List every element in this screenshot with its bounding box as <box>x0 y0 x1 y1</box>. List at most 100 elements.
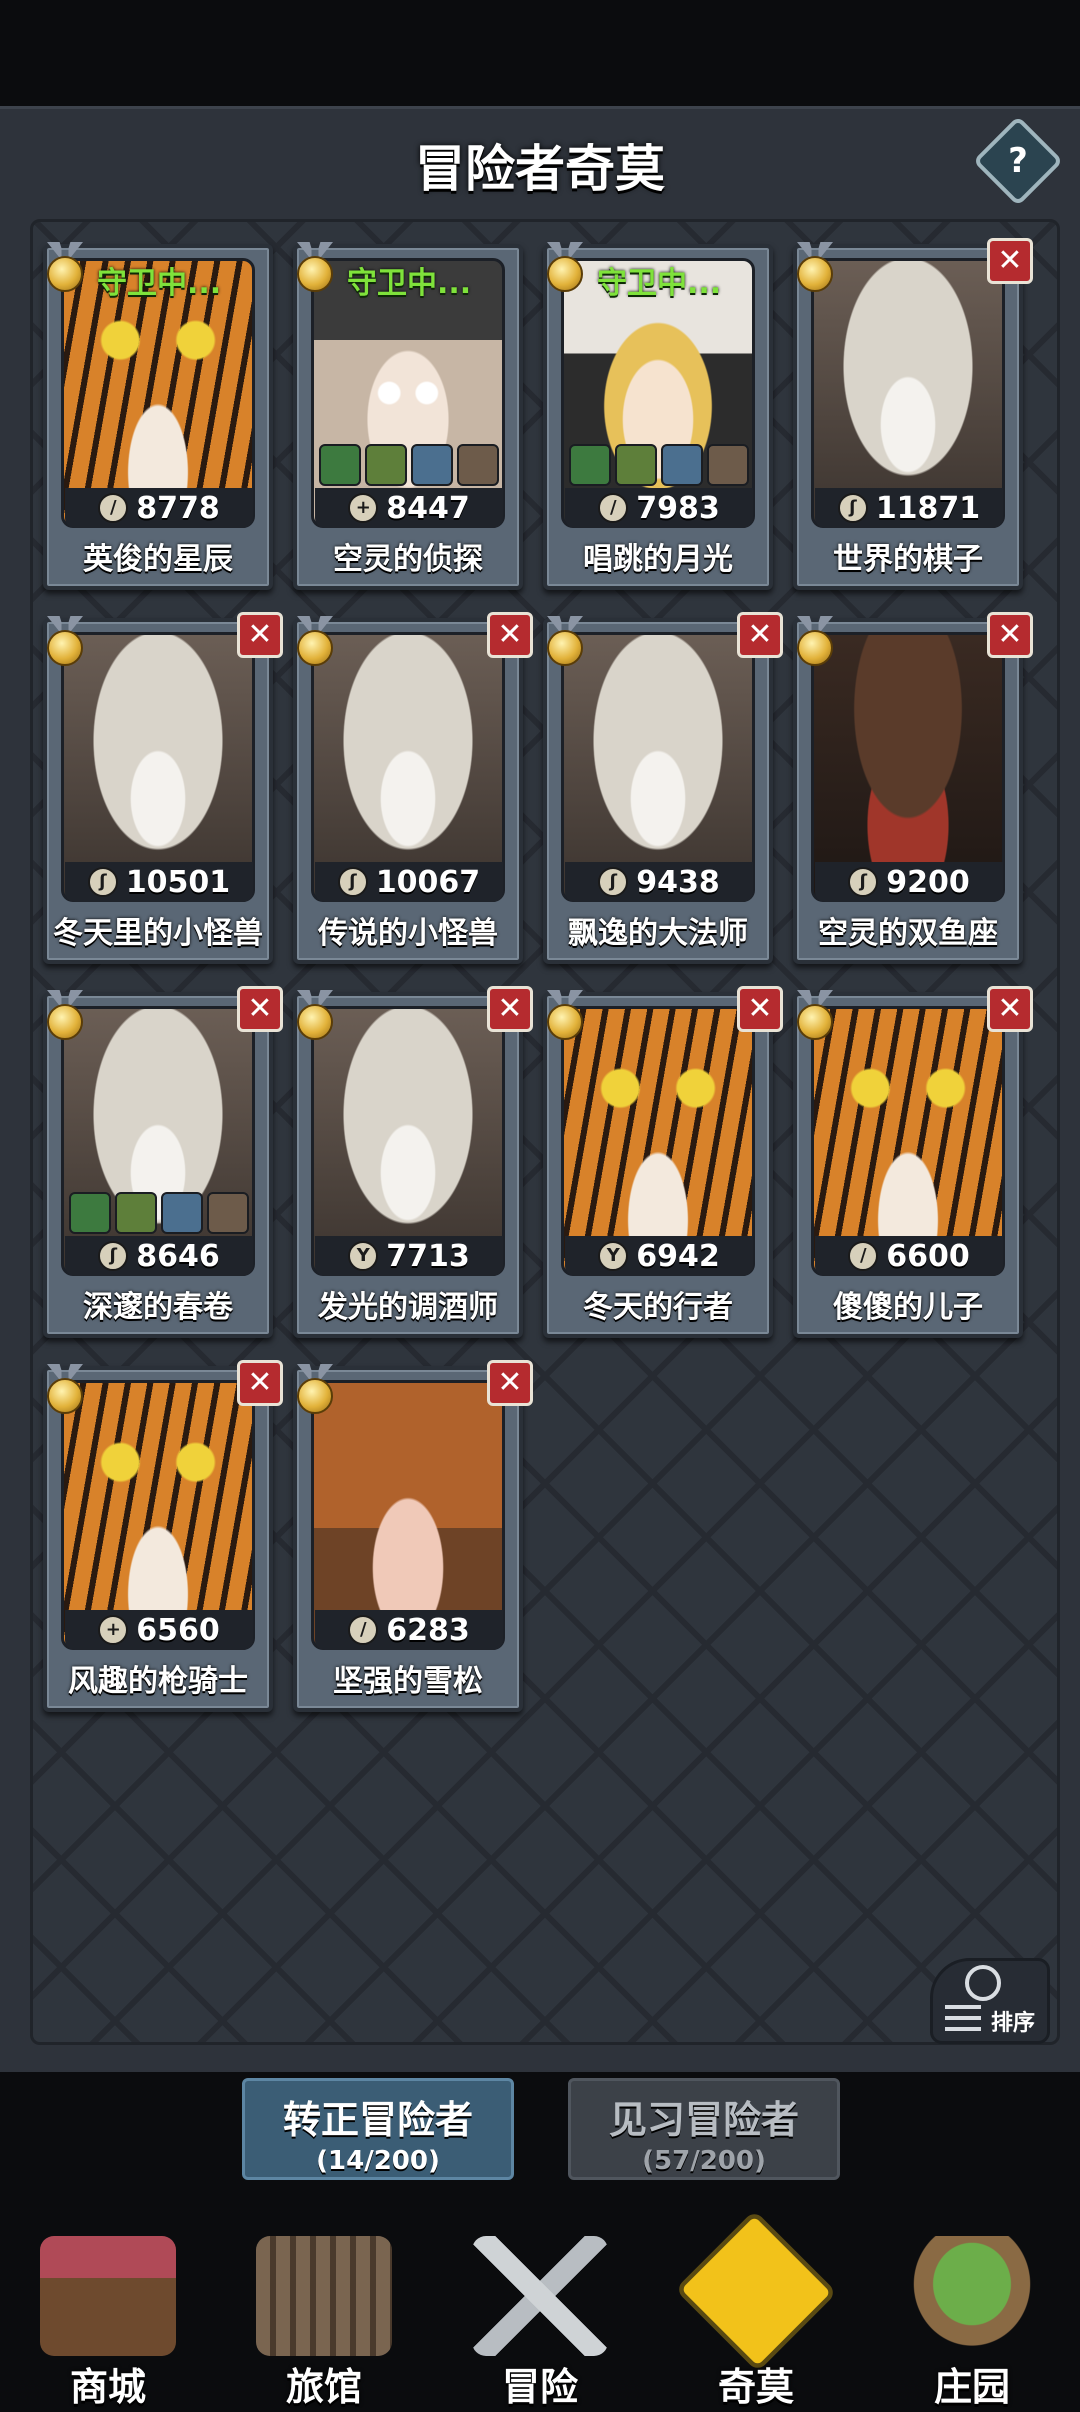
bag-icon <box>115 1192 157 1234</box>
tab-label: 转正冒险者 <box>282 2098 473 2142</box>
close-icon[interactable]: ✕ <box>737 986 783 1032</box>
equipment-row <box>317 444 501 486</box>
adventurer-card[interactable]: +8447 空灵的侦探 守卫中... <box>291 242 523 590</box>
adventurer-name: 坚强的雪松 <box>333 1664 483 1699</box>
equipment-row <box>567 444 751 486</box>
adventurer-card[interactable]: ʃ 8646 深邃的春卷 ✕ <box>43 986 283 1338</box>
dagger-icon: / <box>848 1241 879 1271</box>
close-icon[interactable]: ✕ <box>987 238 1033 284</box>
adventurer-card[interactable]: ʃ 9438 飘逸的大法师 ✕ <box>541 612 783 964</box>
bottom-navigation: 商城 旅馆 冒险 奇莫 庄园 <box>0 2196 1080 2412</box>
adventurer-card[interactable]: /6283 坚强的雪松 ✕ <box>293 1360 533 1712</box>
claw-icon: ʃ <box>598 867 629 897</box>
power-bar: Y 6942 <box>565 1236 753 1276</box>
close-icon[interactable]: ✕ <box>237 986 283 1032</box>
medal-icon <box>541 242 589 294</box>
herb-icon <box>411 444 453 486</box>
adventurer-name: 唱跳的月光 <box>583 542 733 577</box>
nav-shop[interactable]: 商城 <box>0 2196 216 2412</box>
page-title: 冒险者奇莫 <box>415 140 665 198</box>
claw-icon: ʃ <box>337 867 368 897</box>
medal-icon <box>291 616 339 668</box>
medal-icon <box>791 616 839 668</box>
armor-icon <box>161 1192 203 1234</box>
close-icon[interactable]: ✕ <box>487 612 533 658</box>
claw-icon: ʃ <box>87 867 118 897</box>
nav-label: 庄园 <box>933 2365 1010 2409</box>
nav-chimo[interactable]: 奇莫 <box>648 2196 864 2412</box>
close-icon[interactable]: ✕ <box>737 612 783 658</box>
sort-button[interactable]: 排序 <box>930 1958 1050 2044</box>
tab-count: (14/200) <box>316 2146 440 2176</box>
power-bar: ʃ 9200 <box>815 862 1003 902</box>
adventurer-card[interactable]: /7983 唱跳的月光 守卫中... <box>541 242 773 590</box>
power-bar: ʃ 11871 <box>815 488 1003 528</box>
adventurer-name: 冬天里的小怪兽 <box>53 916 263 951</box>
armor-icon <box>661 444 703 486</box>
adventurer-name: 空灵的双鱼座 <box>818 916 998 951</box>
power-value: 8646 <box>136 1238 220 1274</box>
adventurer-panel: 冒险者奇莫 ? /8778 英俊的星辰 守卫中... +8447 空灵的侦探 守卫中...… <box>0 106 1080 2072</box>
shop-icon <box>40 2236 176 2356</box>
adventurer-card[interactable]: ʃ 9200 空灵的双鱼座 ✕ <box>791 612 1033 964</box>
adventurer-name: 空灵的侦探 <box>333 542 483 577</box>
close-icon[interactable]: ✕ <box>487 1360 533 1406</box>
glove-icon <box>707 444 749 486</box>
adventurer-name: 傻傻的儿子 <box>833 1290 983 1325</box>
nav-label: 冒险 <box>501 2365 578 2409</box>
close-icon[interactable]: ✕ <box>487 986 533 1032</box>
power-bar: ʃ 8646 <box>65 1236 253 1276</box>
tab-formal-adventurers[interactable]: 转正冒险者 (14/200) <box>242 2078 514 2180</box>
power-value: 10501 <box>125 864 231 900</box>
medal-icon <box>41 1364 89 1416</box>
nav-inn[interactable]: 旅馆 <box>216 2196 432 2412</box>
medal-icon <box>291 990 339 1042</box>
staff-icon <box>615 444 657 486</box>
nav-label: 奇莫 <box>717 2365 794 2409</box>
close-icon[interactable]: ✕ <box>987 986 1033 1032</box>
adventurer-card[interactable]: ʃ 10067 传说的小怪兽 ✕ <box>291 612 533 964</box>
question-icon: ? <box>1008 141 1028 181</box>
power-value: 6283 <box>386 1612 470 1648</box>
dagger-icon: / <box>98 493 129 523</box>
close-icon[interactable]: ✕ <box>237 1360 283 1406</box>
medal-icon <box>41 242 89 294</box>
adventurer-card[interactable]: /6600 傻傻的儿子 ✕ <box>791 986 1033 1338</box>
power-bar: ʃ 10501 <box>65 862 253 902</box>
guarding-status: 守卫中... <box>97 266 222 301</box>
magnifier-icon <box>965 1965 1001 2001</box>
crossed-swords-icon <box>472 2236 608 2356</box>
guarding-status: 守卫中... <box>347 266 472 301</box>
power-bar: ʃ 10067 <box>315 862 503 902</box>
medal-icon <box>291 242 339 294</box>
nav-label: 旅馆 <box>285 2365 362 2409</box>
adventurer-card[interactable]: Y 7713 发光的调酒师 ✕ <box>291 986 533 1338</box>
nav-label: 商城 <box>69 2365 146 2409</box>
claw-icon <box>207 1192 249 1234</box>
adventurer-card[interactable]: ʃ 11871 世界的棋子 ✕ <box>791 238 1033 590</box>
claw-icon: ʃ <box>98 1241 129 1271</box>
adventurer-card[interactable]: +6560 风趣的枪骑士 ✕ <box>41 1360 283 1712</box>
glove-icon <box>69 1192 111 1234</box>
adventurer-name: 深邃的春卷 <box>83 1290 233 1325</box>
list-icon <box>945 2001 981 2031</box>
close-icon[interactable]: ✕ <box>237 612 283 658</box>
adventurer-card[interactable]: /8778 英俊的星辰 守卫中... <box>41 242 273 590</box>
adventurer-card[interactable]: Y 6942 冬天的行者 ✕ <box>543 986 783 1338</box>
power-bar: /6283 <box>315 1610 503 1650</box>
power-bar: /7983 <box>565 488 753 528</box>
power-bar: ʃ 9438 <box>565 862 753 902</box>
bag-icon <box>319 444 361 486</box>
medal-icon <box>791 242 839 294</box>
medal-icon <box>541 616 589 668</box>
nav-adventure[interactable]: 冒险 <box>432 2196 648 2412</box>
status-bar-area <box>0 0 1080 106</box>
adventurer-card[interactable]: ʃ 10501 冬天里的小怪兽 ✕ <box>43 612 283 964</box>
medal-icon <box>791 990 839 1042</box>
adventurer-grid: /8778 英俊的星辰 守卫中... +8447 空灵的侦探 守卫中.../7983 唱跳的… <box>30 219 1060 2045</box>
chimo-face-icon <box>674 2209 838 2373</box>
tab-trainee-adventurers[interactable]: 见习冒险者 (57/200) <box>568 2078 840 2180</box>
nav-manor[interactable]: 庄园 <box>864 2196 1080 2412</box>
close-icon[interactable]: ✕ <box>987 612 1033 658</box>
adventurer-name: 冬天的行者 <box>583 1290 733 1325</box>
